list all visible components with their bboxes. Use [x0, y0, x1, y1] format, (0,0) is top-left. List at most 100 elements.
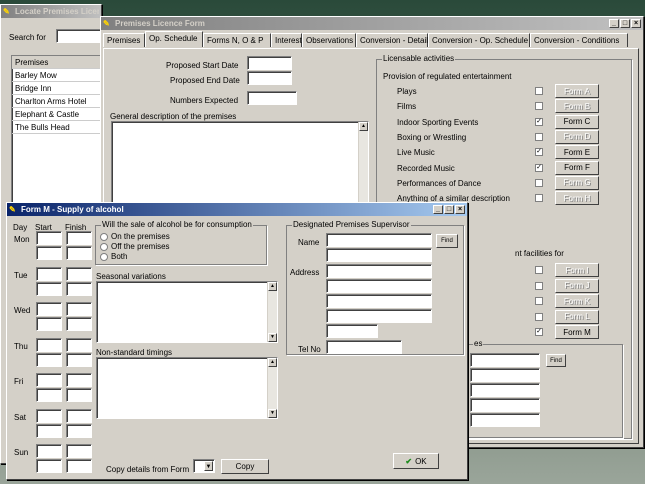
activity-checkbox[interactable]: ✓: [535, 148, 543, 157]
activity-checkbox[interactable]: [535, 297, 543, 305]
list-item[interactable]: The Bulls Head: [12, 121, 100, 134]
minimize-button[interactable]: _: [433, 205, 443, 214]
scroll-up-arrow[interactable]: ▲: [268, 358, 277, 367]
chevron-down-icon[interactable]: ▼: [204, 461, 213, 471]
activity-checkbox[interactable]: [535, 266, 543, 274]
find-button-lower[interactable]: Find: [546, 354, 566, 367]
start-time-field-2[interactable]: [36, 459, 62, 473]
start-time-field-2[interactable]: [36, 281, 62, 296]
list-item[interactable]: Elephant & Castle: [12, 108, 100, 121]
activity-checkbox[interactable]: [535, 102, 543, 111]
finish-time-field-2[interactable]: [66, 281, 92, 296]
finish-time-field[interactable]: [66, 231, 92, 245]
tab-forms-n-o-p[interactable]: Forms N, O & P: [203, 33, 271, 47]
form-button[interactable]: Form J: [555, 278, 599, 293]
lower-field-1[interactable]: [470, 353, 540, 367]
activity-checkbox[interactable]: ✓: [535, 163, 543, 172]
start-time-field-2[interactable]: [36, 388, 62, 402]
activity-checkbox[interactable]: [535, 194, 543, 203]
finish-time-field-2[interactable]: [66, 352, 92, 367]
activity-checkbox[interactable]: [535, 178, 543, 187]
tab-conversion-details[interactable]: Conversion - Details: [356, 33, 432, 47]
activity-checkbox[interactable]: [535, 87, 543, 95]
finish-time-field[interactable]: [66, 373, 92, 387]
form-button[interactable]: Form G: [555, 175, 599, 190]
finish-time-field-2[interactable]: [66, 317, 92, 331]
tel-field[interactable]: [326, 340, 402, 354]
start-time-field[interactable]: [36, 302, 62, 316]
search-input[interactable]: [56, 29, 101, 43]
form-button[interactable]: Form D: [555, 129, 599, 144]
dps-name-field-2[interactable]: [326, 248, 432, 262]
form-m-titlebar[interactable]: ✎ Form M - Supply of alcohol _ □ ×: [7, 203, 467, 216]
scroll-down-arrow[interactable]: ▼: [268, 333, 277, 342]
dps-name-field[interactable]: [326, 233, 432, 247]
consumption-option[interactable]: On the premises: [100, 232, 170, 242]
tab-conversion-conditions[interactable]: Conversion - Conditions: [530, 33, 628, 47]
finish-time-field[interactable]: [66, 302, 92, 316]
form-button[interactable]: Form L: [555, 309, 599, 324]
tab-observations[interactable]: Observations: [302, 33, 356, 47]
tab-premises[interactable]: Premises: [103, 33, 145, 47]
form-button[interactable]: Form I: [555, 263, 599, 277]
numbers-expected-field[interactable]: [247, 91, 297, 105]
start-time-field[interactable]: [36, 444, 62, 458]
start-time-field-2[interactable]: [36, 246, 62, 260]
maximize-button[interactable]: □: [444, 205, 454, 214]
finish-time-field[interactable]: [66, 266, 92, 281]
start-time-field[interactable]: [36, 337, 62, 352]
list-item[interactable]: Bridge Inn: [12, 82, 100, 95]
close-button[interactable]: ×: [455, 205, 465, 214]
list-item[interactable]: Barley Mow: [12, 69, 100, 82]
start-time-field[interactable]: [36, 266, 62, 281]
address-field-3[interactable]: [326, 294, 432, 308]
nonstandard-textarea[interactable]: ▲ ▼: [96, 357, 278, 419]
finish-time-field[interactable]: [66, 337, 92, 352]
form-button[interactable]: Form C: [555, 114, 599, 129]
address-field-1[interactable]: [326, 264, 432, 278]
scroll-down-arrow[interactable]: ▼: [268, 409, 277, 418]
address-field-2[interactable]: [326, 279, 432, 293]
form-button[interactable]: Form E: [555, 145, 599, 160]
finish-time-field[interactable]: [66, 408, 92, 423]
ok-button[interactable]: ✔ OK: [393, 453, 439, 469]
finish-time-field-2[interactable]: [66, 246, 92, 260]
form-button[interactable]: Form F: [555, 160, 599, 175]
scroll-up-arrow[interactable]: ▲: [359, 122, 368, 131]
activity-checkbox[interactable]: ✓: [535, 328, 543, 336]
form-button[interactable]: Form A: [555, 84, 599, 98]
lower-field-3[interactable]: [470, 383, 540, 397]
activity-checkbox[interactable]: [535, 312, 543, 321]
form-button[interactable]: Form H: [555, 191, 599, 206]
proposed-end-field[interactable]: [247, 71, 292, 85]
tab-conversion-op-schedule[interactable]: Conversion - Op. Schedule: [428, 33, 530, 47]
lower-field-5[interactable]: [470, 413, 540, 427]
proposed-start-field[interactable]: [247, 56, 292, 70]
start-time-field[interactable]: [36, 373, 62, 387]
radio-button[interactable]: [100, 242, 108, 251]
dps-find-button[interactable]: Find: [436, 234, 458, 248]
close-button[interactable]: ×: [631, 19, 641, 28]
minimize-button[interactable]: _: [609, 19, 619, 28]
finish-time-field-2[interactable]: [66, 388, 92, 402]
tab-op-schedule[interactable]: Op. Schedule: [145, 31, 203, 47]
consumption-option[interactable]: Off the premises: [100, 242, 170, 252]
consumption-option[interactable]: Both: [100, 252, 170, 262]
locate-window-titlebar[interactable]: ✎ Locate Premises Licence Form: [1, 5, 101, 18]
form-button[interactable]: Form B: [555, 99, 599, 114]
finish-time-field-2[interactable]: [66, 459, 92, 473]
seasonal-textarea[interactable]: ▲ ▼: [96, 281, 278, 343]
start-time-field-2[interactable]: [36, 423, 62, 438]
list-item[interactable]: Charlton Arms Hotel: [12, 95, 100, 108]
scroll-up-arrow[interactable]: ▲: [268, 282, 277, 291]
activity-checkbox[interactable]: [535, 132, 543, 141]
licence-window-titlebar[interactable]: ✎ Premises Licence Form _ □ ×: [101, 17, 643, 30]
maximize-button[interactable]: □: [620, 19, 630, 28]
activity-checkbox[interactable]: [535, 281, 543, 290]
radio-button[interactable]: [100, 252, 108, 261]
seasonal-scrollbar[interactable]: ▲ ▼: [267, 282, 277, 342]
finish-time-field[interactable]: [66, 444, 92, 458]
start-time-field[interactable]: [36, 408, 62, 423]
copy-form-select[interactable]: ▼: [193, 459, 215, 473]
activity-checkbox[interactable]: ✓: [535, 117, 543, 126]
